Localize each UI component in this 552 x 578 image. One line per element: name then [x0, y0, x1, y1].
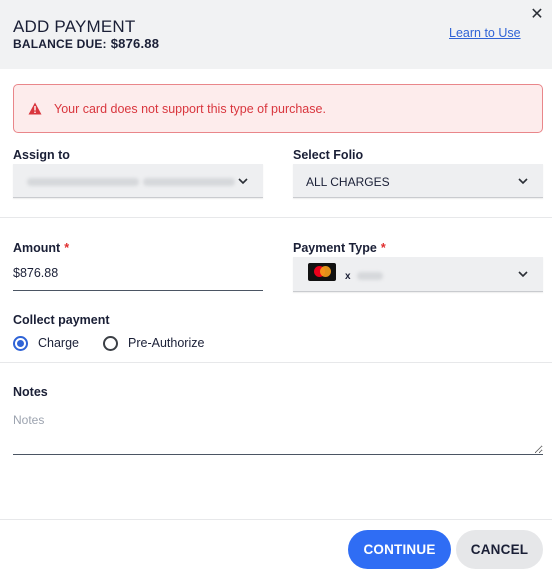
assign-to-label: Assign to: [13, 148, 70, 162]
payment-type-label: Payment Type *: [293, 241, 386, 255]
collect-payment-label: Collect payment: [13, 313, 110, 327]
cancel-button[interactable]: CANCEL: [456, 530, 543, 569]
redacted-guest-name: [27, 178, 139, 186]
assign-to-select[interactable]: [13, 164, 263, 198]
charge-radio-label[interactable]: Charge: [38, 336, 79, 350]
learn-to-use-link[interactable]: Learn to Use: [449, 26, 521, 40]
balance-due-label: BALANCE DUE:: [13, 37, 107, 51]
section-divider: [0, 362, 552, 363]
amount-input[interactable]: $876.88: [13, 258, 263, 291]
chevron-down-icon: [518, 271, 528, 278]
amount-label: Amount *: [13, 241, 69, 255]
alert-message: Your card does not support this type of …: [54, 102, 326, 116]
charge-radio[interactable]: [13, 336, 28, 351]
select-folio-label: Select Folio: [293, 148, 364, 162]
select-folio-select[interactable]: ALL CHARGES: [293, 164, 543, 198]
amount-value: $876.88: [13, 266, 59, 280]
card-x-mark: x: [345, 271, 351, 282]
warning-triangle-icon: [28, 102, 42, 115]
required-mark: *: [64, 241, 70, 255]
required-mark: *: [380, 241, 386, 255]
section-divider: [0, 217, 552, 218]
notes-label: Notes: [13, 385, 48, 399]
footer-divider: [0, 519, 552, 520]
payment-type-label-text: Payment Type: [293, 241, 377, 255]
close-icon[interactable]: ✕: [529, 6, 545, 24]
error-alert: Your card does not support this type of …: [13, 84, 543, 133]
pre-authorize-radio[interactable]: [103, 336, 118, 351]
dialog-header: ADD PAYMENT BALANCE DUE: $876.88 Learn to…: [0, 0, 552, 69]
redacted-card-digits: [357, 272, 383, 280]
continue-button[interactable]: CONTINUE: [348, 530, 451, 569]
chevron-down-icon: [518, 178, 528, 185]
redacted-guest-detail: [143, 178, 235, 186]
balance-due: BALANCE DUE: $876.88: [13, 36, 159, 51]
chevron-down-icon: [238, 178, 248, 185]
dialog-title: ADD PAYMENT: [13, 17, 136, 36]
select-folio-value: ALL CHARGES: [306, 175, 390, 189]
balance-due-amount: $876.88: [110, 36, 160, 51]
pre-authorize-radio-label[interactable]: Pre-Authorize: [128, 336, 204, 350]
notes-textarea[interactable]: [13, 405, 543, 455]
mastercard-icon: [308, 263, 336, 281]
amount-label-text: Amount: [13, 241, 61, 255]
